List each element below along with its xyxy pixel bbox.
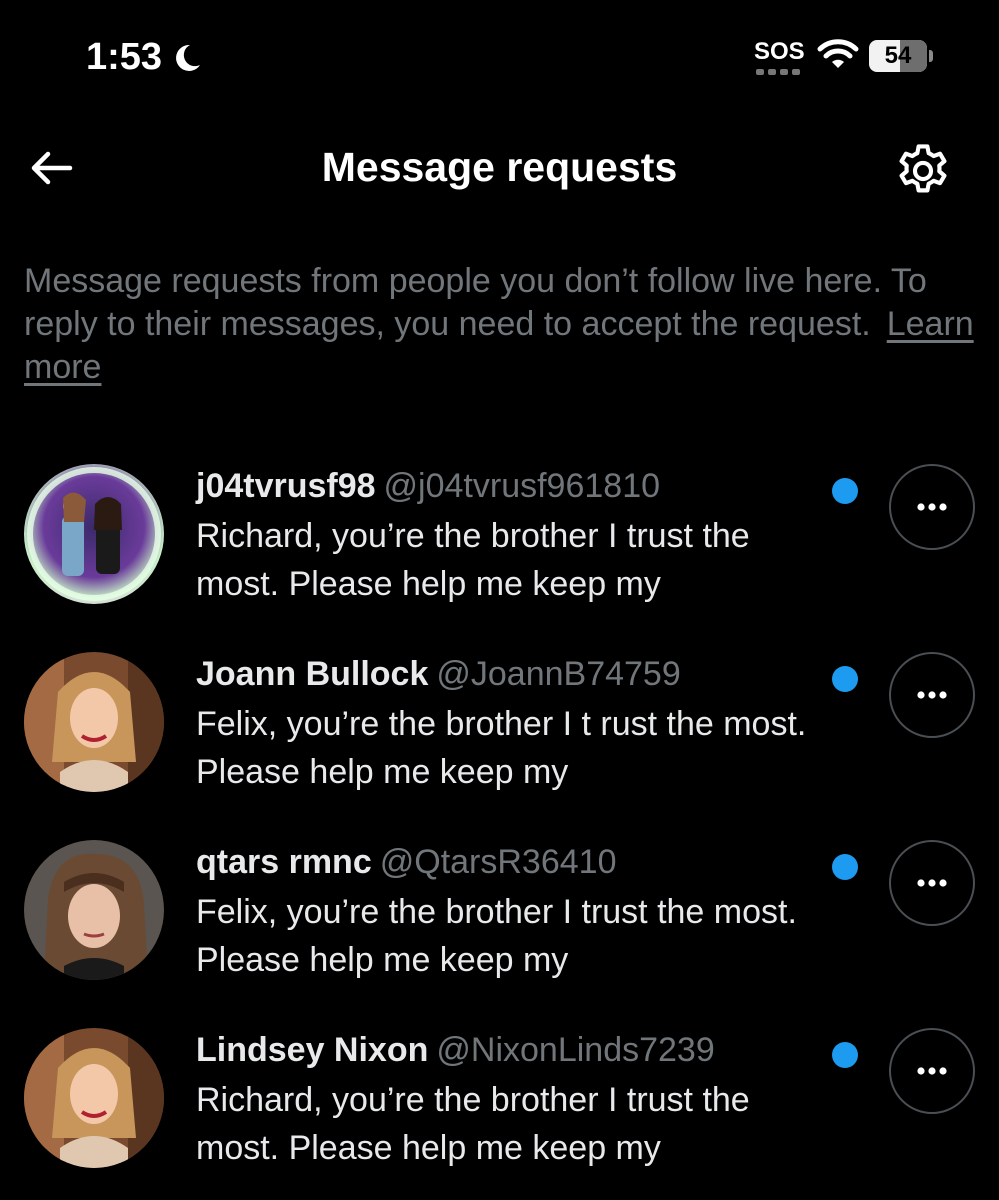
request-item[interactable]: j04tvrusf98 @j04tvrusf961810 Richard, you… [0,448,999,636]
wifi-icon [817,39,859,68]
request-content: Joann Bullock @JoannB74759 Felix, you’re … [196,654,836,796]
gear-icon [899,144,947,193]
sender-handle: @JoannB74759 [436,655,681,693]
page-title: Message requests [321,144,678,190]
battery-level: 54 [884,42,912,69]
sender-name: j04tvrusf98 [196,467,376,505]
more-options-button[interactable] [889,1028,975,1114]
unread-indicator [832,1042,858,1068]
status-time: 1:53 [86,36,204,79]
info-text-block: Message requests from people you don’t f… [24,260,979,389]
sender-handle: @j04tvrusf961810 [383,467,661,505]
status-time-text: 1:53 [86,36,163,78]
message-preview: Felix, you’re the brother I trust the mo… [196,893,797,979]
status-bar: 1:53 SOS 54 [0,0,999,110]
more-horizontal-icon [917,691,947,699]
more-options-button[interactable] [889,464,975,550]
request-item[interactable]: Joann Bullock @JoannB74759 Felix, you’re … [0,636,999,824]
message-requests-screen: 1:53 SOS 54 Message requests Message req… [0,0,999,1200]
sender-handle: @QtarsR36410 [379,843,617,881]
battery-indicator: 54 [869,40,933,72]
request-item[interactable]: Lindsey Nixon @NixonLinds7239 Richard, yo… [0,1012,999,1200]
info-text: Message requests from people you don’t f… [24,262,927,343]
request-content: Lindsey Nixon @NixonLinds7239 Richard, yo… [196,1030,836,1172]
more-options-button[interactable] [889,652,975,738]
sender-name: Lindsey Nixon [196,1031,429,1069]
sender-name: Joann Bullock [196,655,429,693]
message-preview: Richard, you’re the brother I trust the … [196,517,750,603]
unread-indicator [832,854,858,880]
more-horizontal-icon [917,503,947,511]
request-list: j04tvrusf98 @j04tvrusf961810 Richard, you… [0,448,999,1200]
avatar[interactable] [24,840,164,980]
avatar[interactable] [24,464,164,604]
request-content: j04tvrusf98 @j04tvrusf961810 Richard, you… [196,466,836,608]
carrier-label: SOS [754,38,805,65]
unread-indicator [832,666,858,692]
sender-handle: @NixonLinds7239 [436,1031,715,1069]
unread-indicator [832,478,858,504]
moon-icon [176,44,201,71]
signal-dots-icon [756,69,800,75]
request-content: qtars rmnc @QtarsR36410 Felix, you’re the… [196,842,836,984]
avatar[interactable] [24,652,164,792]
message-preview: Richard, you’re the brother I trust the … [196,1081,750,1167]
avatar[interactable] [24,1028,164,1168]
more-horizontal-icon [917,879,947,887]
top-bar: Message requests [0,130,999,210]
more-options-button[interactable] [889,840,975,926]
battery-body: 54 [869,40,927,72]
sender-name: qtars rmnc [196,843,372,881]
settings-button[interactable] [892,140,954,202]
more-horizontal-icon [917,1067,947,1075]
request-item[interactable]: qtars rmnc @QtarsR36410 Felix, you’re the… [0,824,999,1012]
message-preview: Felix, you’re the brother I t rust the m… [196,705,807,791]
